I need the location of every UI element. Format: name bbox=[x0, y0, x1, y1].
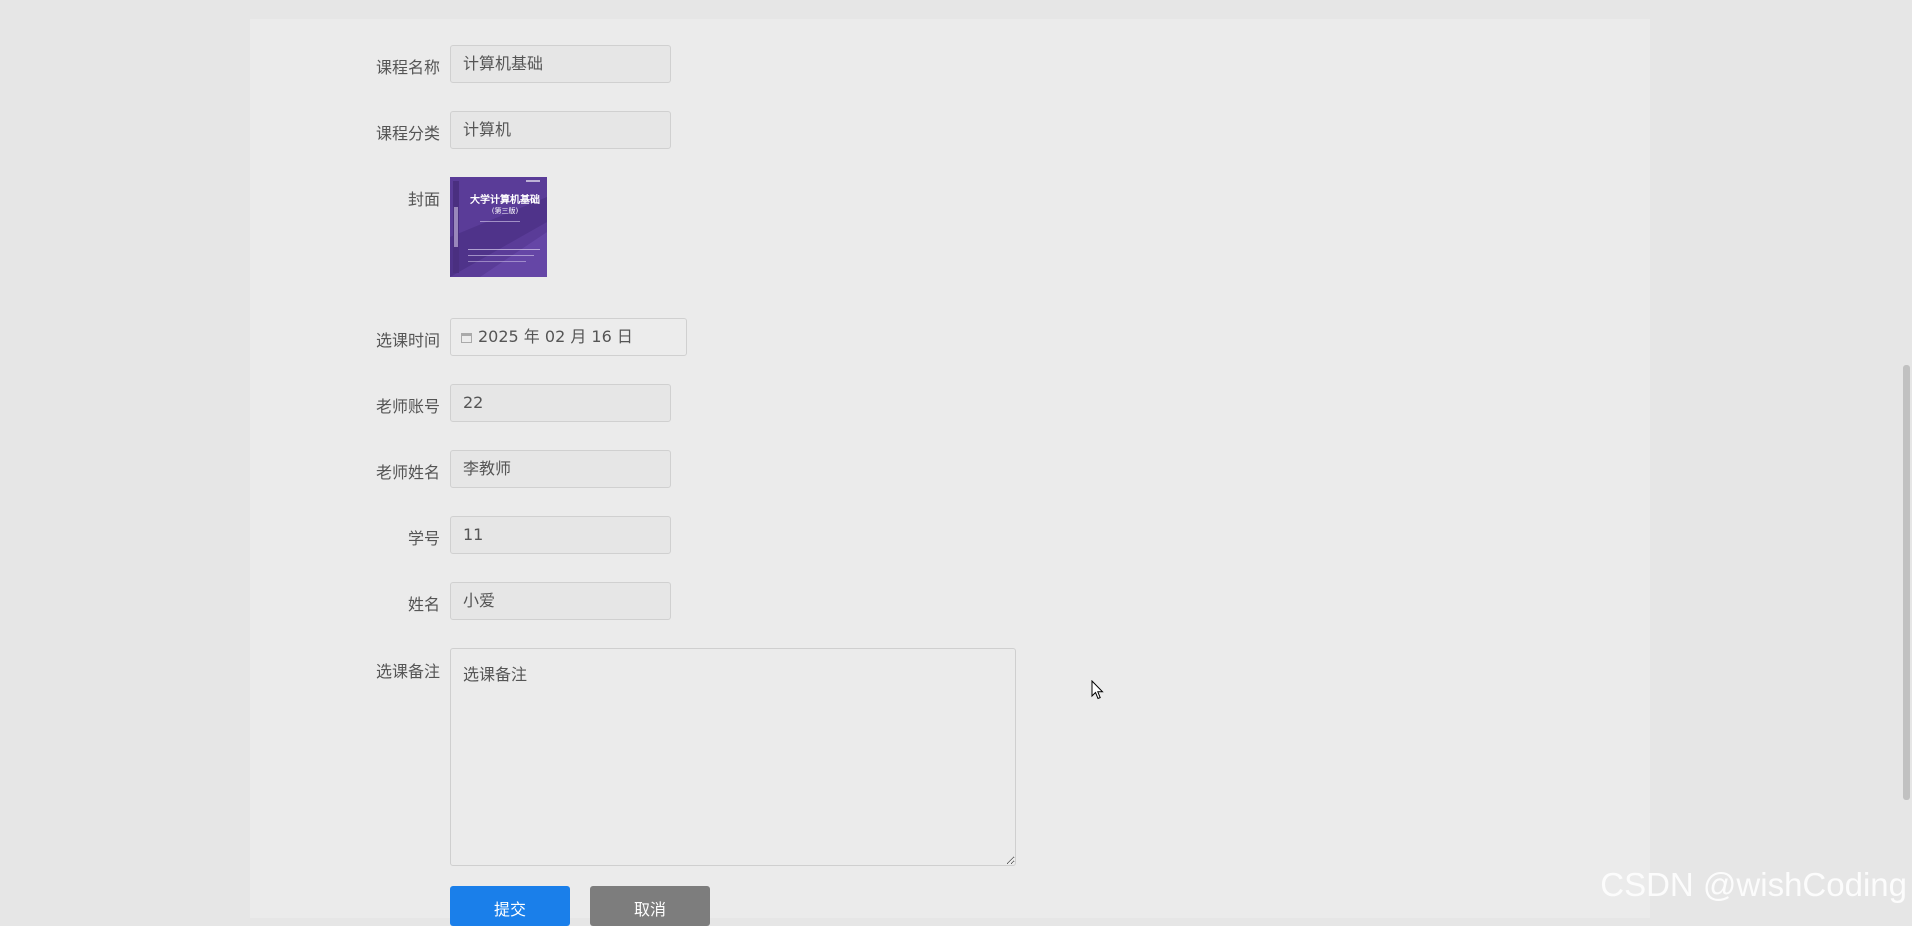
course-name-field[interactable]: 计算机基础 bbox=[450, 45, 671, 83]
remarks-textarea[interactable] bbox=[450, 648, 1016, 866]
teacher-account-label: 老师账号 bbox=[375, 397, 440, 416]
teacher-name-label: 老师姓名 bbox=[375, 463, 440, 482]
calendar-icon bbox=[461, 333, 472, 343]
remarks-label: 选课备注 bbox=[375, 662, 440, 681]
select-time-label: 选课时间 bbox=[375, 331, 440, 350]
student-name-label: 姓名 bbox=[407, 595, 440, 614]
course-category-label: 课程分类 bbox=[375, 124, 440, 143]
page-scrollbar[interactable] bbox=[1901, 0, 1912, 918]
cover-label: 封面 bbox=[407, 190, 440, 209]
csdn-watermark: CSDN @wishCoding bbox=[1600, 866, 1907, 903]
cover-art bbox=[450, 177, 547, 277]
form-panel: 课程名称 计算机基础 课程分类 计算机 封面 大学计算机基础 (第三版) 选课时… bbox=[250, 19, 1650, 926]
cover-book-title: 大学计算机基础 bbox=[470, 195, 540, 206]
student-name-field[interactable]: 小爱 bbox=[450, 582, 671, 620]
submit-button[interactable]: 提交 bbox=[450, 886, 570, 926]
course-name-label: 课程名称 bbox=[375, 58, 440, 77]
mouse-cursor-icon bbox=[1091, 680, 1104, 700]
cover-book-subtitle: (第三版) bbox=[491, 207, 519, 215]
teacher-account-field[interactable]: 22 bbox=[450, 384, 671, 422]
select-time-value: 2025 年 02 月 16 日 bbox=[478, 327, 633, 346]
teacher-name-field[interactable]: 李教师 bbox=[450, 450, 671, 488]
cover-image[interactable]: 大学计算机基础 (第三版) bbox=[450, 177, 547, 277]
student-id-field[interactable]: 11 bbox=[450, 516, 671, 554]
cancel-button[interactable]: 取消 bbox=[590, 886, 710, 926]
scrollbar-thumb[interactable] bbox=[1903, 365, 1910, 800]
student-id-label: 学号 bbox=[407, 529, 440, 548]
course-category-field[interactable]: 计算机 bbox=[450, 111, 671, 149]
select-time-date-picker[interactable]: 2025 年 02 月 16 日 bbox=[450, 318, 687, 356]
